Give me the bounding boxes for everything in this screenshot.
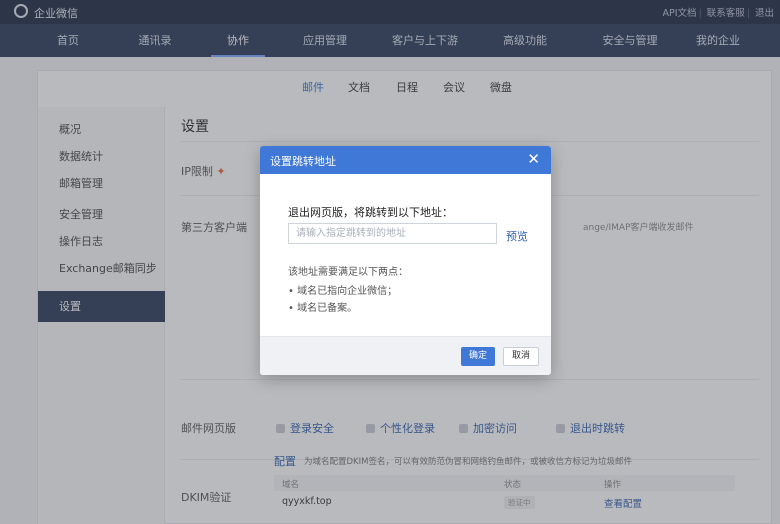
- preview-link[interactable]: 预览: [506, 228, 528, 244]
- dialog-title: 设置跳转地址: [270, 155, 336, 168]
- dialog-footer: 确定 取消: [260, 336, 551, 375]
- dialog-header: 设置跳转地址 ✕: [260, 146, 551, 174]
- requirements-title: 该地址需要满足以下两点：: [288, 267, 408, 278]
- confirm-button[interactable]: 确定: [461, 347, 495, 366]
- requirement-item: • 域名已备案。: [288, 303, 358, 314]
- redirect-url-input[interactable]: [288, 223, 497, 244]
- requirement-item: • 域名已指向企业微信；: [288, 286, 398, 297]
- redirect-label: 退出网页版，将跳转到以下地址：: [288, 206, 453, 219]
- redirect-address-dialog: 设置跳转地址 ✕ 退出网页版，将跳转到以下地址： 预览 该地址需要满足以下两点：…: [260, 146, 551, 375]
- cancel-button[interactable]: 取消: [503, 347, 539, 366]
- close-icon[interactable]: ✕: [527, 150, 540, 168]
